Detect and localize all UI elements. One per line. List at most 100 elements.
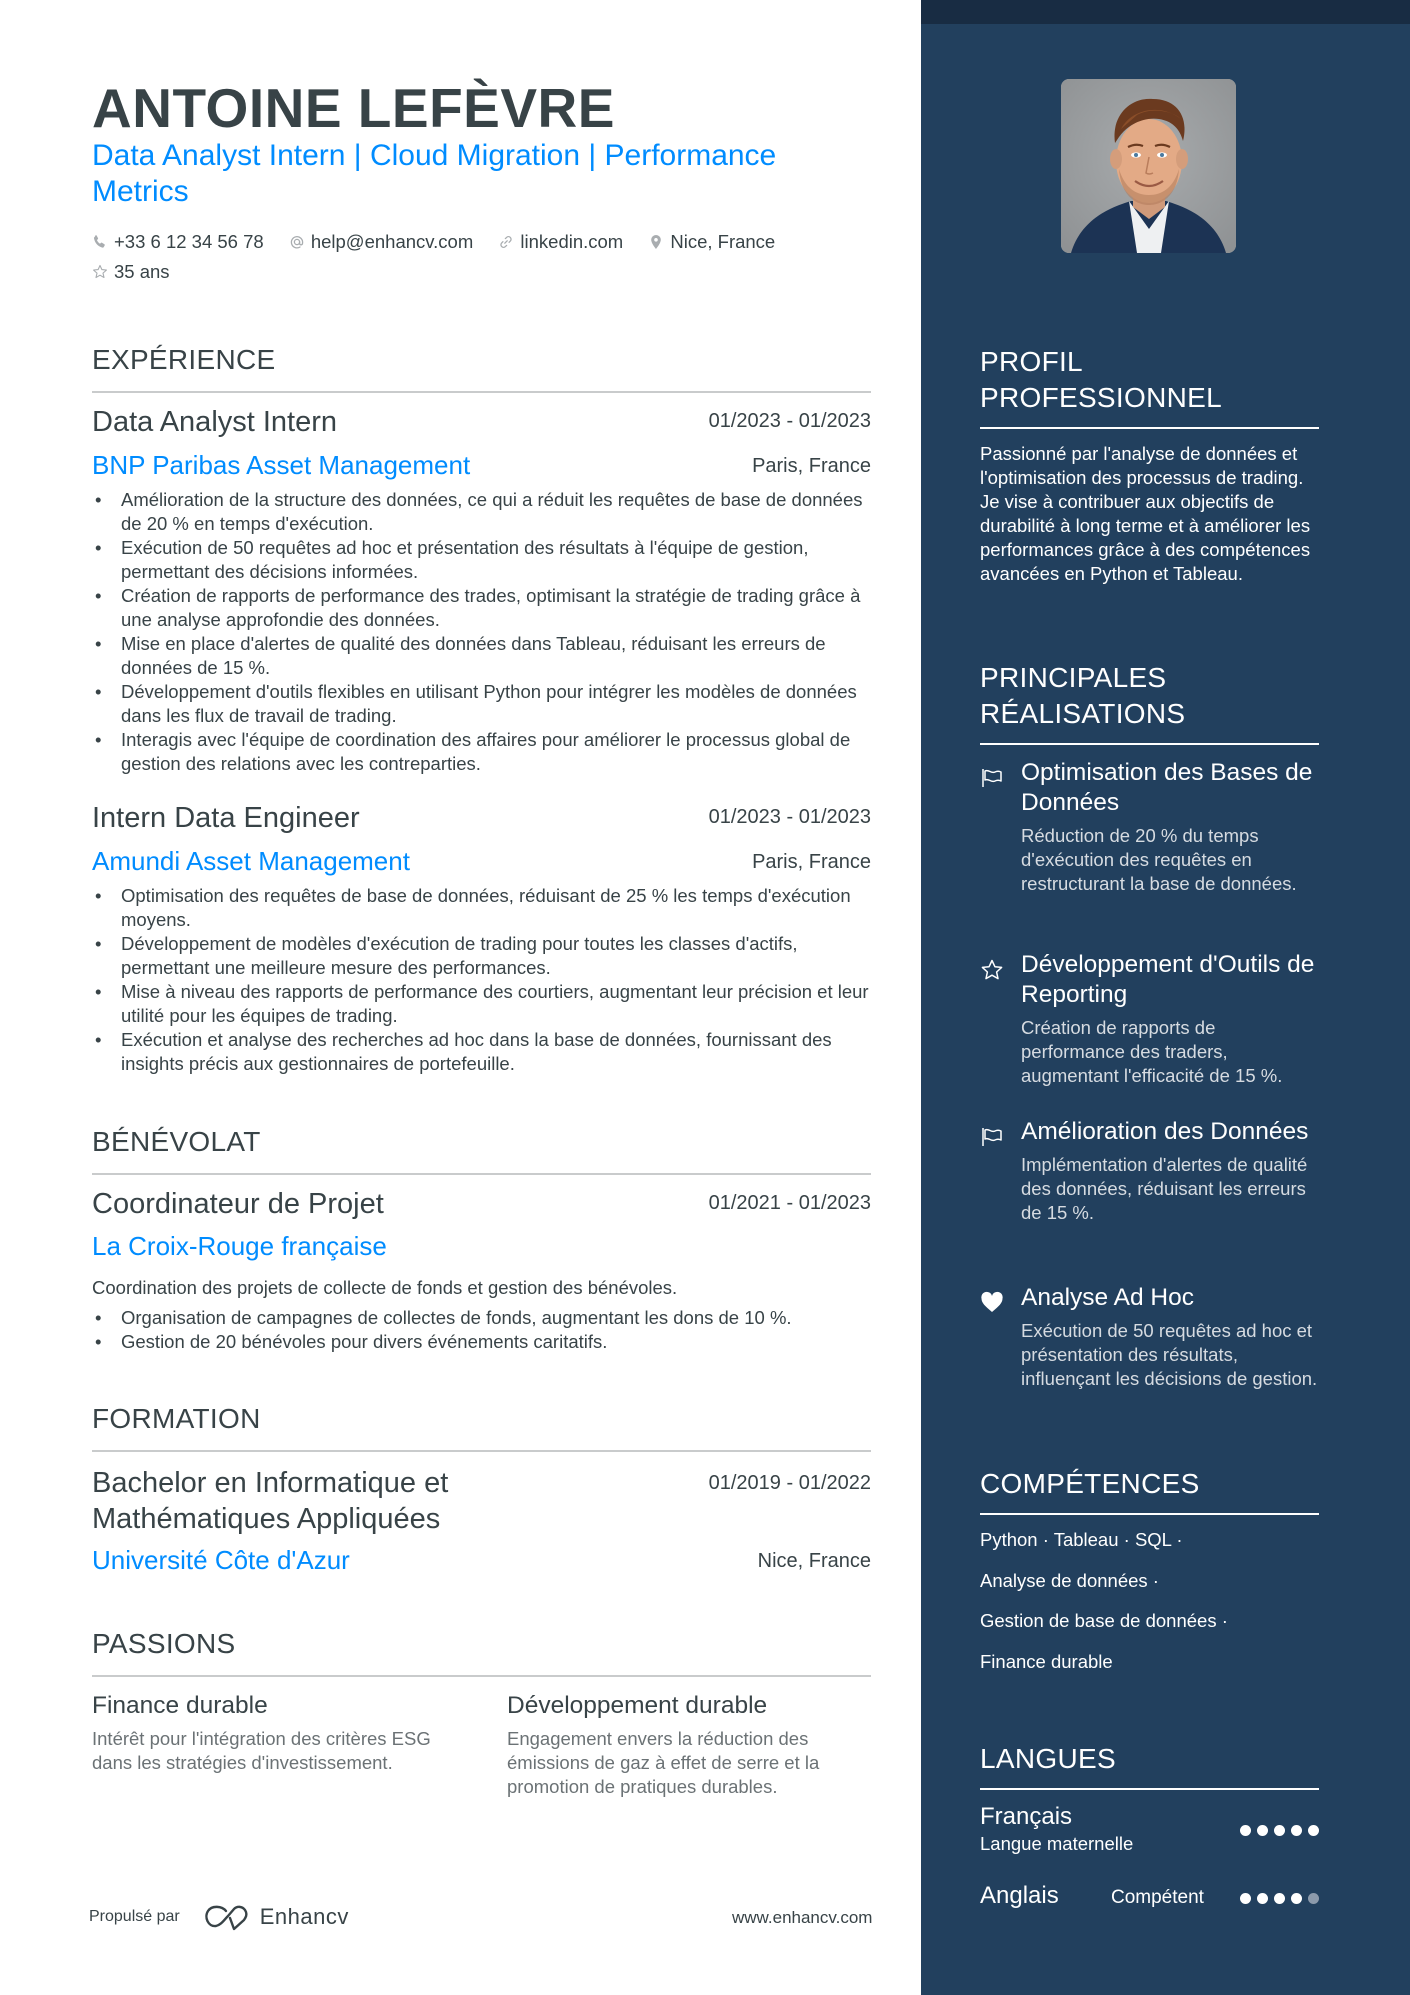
job-title: Data Analyst Intern bbox=[92, 406, 338, 438]
section-divider bbox=[92, 1173, 871, 1175]
job-bullets: Amélioration de la structure des données… bbox=[92, 488, 871, 776]
headline: Data Analyst Intern | Cloud Migration | … bbox=[92, 139, 777, 208]
bullet-item: Amélioration de la structure des données… bbox=[92, 488, 871, 536]
location-pin-icon bbox=[648, 234, 664, 250]
section-title-skills: COMPÉTENCES bbox=[980, 1468, 1200, 1499]
passion-title: Finance durable bbox=[92, 1692, 268, 1719]
contact-linkedin-text: linkedin.com bbox=[520, 231, 624, 252]
achievement-item: Analyse Ad Hoc Exécution de 50 requêtes … bbox=[980, 1283, 1319, 1391]
achievement-description: Exécution de 50 requêtes ad hoc et prése… bbox=[1021, 1320, 1318, 1389]
rating-dot-filled bbox=[1257, 1825, 1268, 1836]
at-icon bbox=[289, 234, 305, 250]
section-title-profile: PROFIL PROFESSIONNEL bbox=[980, 346, 1222, 413]
skill-line: Python · Tableau · SQL · bbox=[980, 1529, 1183, 1550]
company-name[interactable]: BNP Paribas Asset Management bbox=[92, 450, 470, 481]
passion-item: Finance durable Intérêt pour l'intégrati… bbox=[92, 1689, 462, 1775]
achievement-item: Optimisation des Bases de Données Réduct… bbox=[980, 758, 1319, 896]
section-title-passions: PASSIONS bbox=[92, 1628, 236, 1659]
section-title-volunteering: BÉNÉVOLAT bbox=[92, 1126, 261, 1157]
bullet-item: Mise à niveau des rapports de performanc… bbox=[92, 980, 871, 1028]
rating-dot-filled bbox=[1291, 1825, 1302, 1836]
section-divider bbox=[980, 1513, 1319, 1515]
bullet-item: Interagis avec l'équipe de coordination … bbox=[92, 728, 871, 776]
section-divider bbox=[92, 1450, 871, 1452]
volunteer-role: Coordinateur de Projet bbox=[92, 1188, 384, 1220]
achievement-title: Amélioration des Données bbox=[1021, 1118, 1309, 1145]
heart-icon bbox=[980, 1291, 1004, 1315]
contact-email-text: help@enhancv.com bbox=[310, 231, 474, 252]
section-title-education: FORMATION bbox=[92, 1403, 261, 1434]
job-title: Intern Data Engineer bbox=[92, 802, 360, 834]
section-title-experience: EXPÉRIENCE bbox=[92, 344, 276, 375]
achievement-title: Optimisation des Bases de Données bbox=[1021, 759, 1313, 816]
bullet-item: Organisation de campagnes de collectes d… bbox=[92, 1306, 871, 1330]
achievement-description: Implémentation d'alertes de qualité des … bbox=[1021, 1154, 1308, 1223]
achievement-title: Développement d'Outils de Reporting bbox=[1021, 951, 1315, 1008]
passion-item: Développement durable Engagement envers … bbox=[507, 1689, 877, 1799]
passion-description: Engagement envers la réduction des émiss… bbox=[507, 1728, 820, 1797]
phone-icon bbox=[92, 234, 108, 250]
contact-info: +33 6 12 34 56 78 help@enhancv.com linke… bbox=[92, 228, 871, 288]
contact-age-text: 35 ans bbox=[114, 261, 170, 282]
school-name[interactable]: Université Côte d'Azur bbox=[92, 1545, 350, 1576]
contact-age: 35 ans bbox=[92, 258, 170, 286]
job-location: Paris, France bbox=[752, 455, 871, 477]
passion-description: Intérêt pour l'intégration des critères … bbox=[92, 1728, 431, 1773]
education-dates: 01/2019 - 01/2022 bbox=[708, 1472, 871, 1494]
job-dates: 01/2023 - 01/2023 bbox=[708, 410, 871, 432]
flag-icon bbox=[980, 1125, 1004, 1149]
bullet-item: Gestion de 20 bénévoles pour divers évén… bbox=[92, 1330, 871, 1354]
contact-location: Nice, France bbox=[648, 228, 775, 256]
job-bullets: Optimisation des requêtes de base de don… bbox=[92, 884, 871, 1076]
contact-phone[interactable]: +33 6 12 34 56 78 bbox=[92, 228, 264, 256]
section-divider bbox=[980, 743, 1319, 745]
bullet-item: Exécution de 50 requêtes ad hoc et prése… bbox=[92, 536, 871, 584]
achievement-item: Développement d'Outils de Reporting Créa… bbox=[980, 950, 1319, 1088]
volunteer-bullets: Organisation de campagnes de collectes d… bbox=[92, 1306, 871, 1354]
powered-by-label: Propulsé par bbox=[89, 1908, 180, 1925]
enhancv-logo-icon bbox=[204, 1905, 248, 1931]
volunteer-organization[interactable]: La Croix-Rouge française bbox=[92, 1231, 387, 1262]
achievement-item: Amélioration des Données Implémentation … bbox=[980, 1117, 1319, 1225]
bullet-item: Mise en place d'alertes de qualité des d… bbox=[92, 632, 871, 680]
achievement-description: Création de rapports de performance des … bbox=[1021, 1017, 1283, 1086]
degree-title: Bachelor en Informatique et Mathématique… bbox=[92, 1467, 449, 1535]
rating-dot-filled bbox=[1291, 1893, 1302, 1904]
bullet-item: Optimisation des requêtes de base de don… bbox=[92, 884, 871, 932]
language-name: Français bbox=[980, 1803, 1073, 1830]
rating-dot-filled bbox=[1308, 1825, 1319, 1836]
bullet-item: Création de rapports de performance des … bbox=[92, 584, 871, 632]
rating-dot-empty bbox=[1308, 1893, 1319, 1904]
section-divider bbox=[980, 1788, 1319, 1790]
sidebar-content: PROFIL PROFESSIONNEL Passionné par l'ana… bbox=[980, 0, 1319, 1995]
profile-summary: Passionné par l'analyse de données et l'… bbox=[980, 443, 1311, 584]
rating-dot-filled bbox=[1240, 1825, 1251, 1836]
achievement-description: Réduction de 20 % du temps d'exécution d… bbox=[1021, 825, 1297, 894]
company-name[interactable]: Amundi Asset Management bbox=[92, 846, 410, 877]
flag-icon bbox=[980, 766, 1004, 790]
rating-dot-filled bbox=[1274, 1825, 1285, 1836]
language-rating bbox=[1240, 1825, 1319, 1836]
bullet-item: Développement d'outils flexibles en util… bbox=[92, 680, 871, 728]
footer-website[interactable]: www.enhancv.com bbox=[732, 1908, 872, 1928]
language-level: Langue maternelle bbox=[980, 1833, 1134, 1854]
star-icon bbox=[980, 958, 1004, 982]
achievement-title: Analyse Ad Hoc bbox=[1021, 1284, 1194, 1311]
school-location: Nice, France bbox=[757, 1550, 871, 1572]
candidate-name: ANTOINE LEFÈVRE bbox=[92, 77, 615, 139]
bullet-item: Exécution et analyse des recherches ad h… bbox=[92, 1028, 871, 1076]
section-divider bbox=[92, 1675, 871, 1677]
section-title-languages: LANGUES bbox=[980, 1743, 1116, 1774]
rating-dot-filled bbox=[1274, 1893, 1285, 1904]
skill-line: Finance durable bbox=[980, 1651, 1113, 1672]
skill-line: Analyse de données · bbox=[980, 1570, 1159, 1591]
section-divider bbox=[980, 427, 1319, 429]
enhancv-logo[interactable]: Enhancv bbox=[204, 1903, 349, 1931]
job-location: Paris, France bbox=[752, 851, 871, 873]
sidebar: PROFIL PROFESSIONNEL Passionné par l'ana… bbox=[921, 0, 1410, 1995]
contact-linkedin[interactable]: linkedin.com bbox=[498, 228, 623, 256]
language-level: Compétent bbox=[1111, 1887, 1204, 1908]
contact-email[interactable]: help@enhancv.com bbox=[289, 228, 473, 256]
footer-branding: Propulsé par Enhancv bbox=[89, 1903, 349, 1931]
rating-dot-filled bbox=[1240, 1893, 1251, 1904]
